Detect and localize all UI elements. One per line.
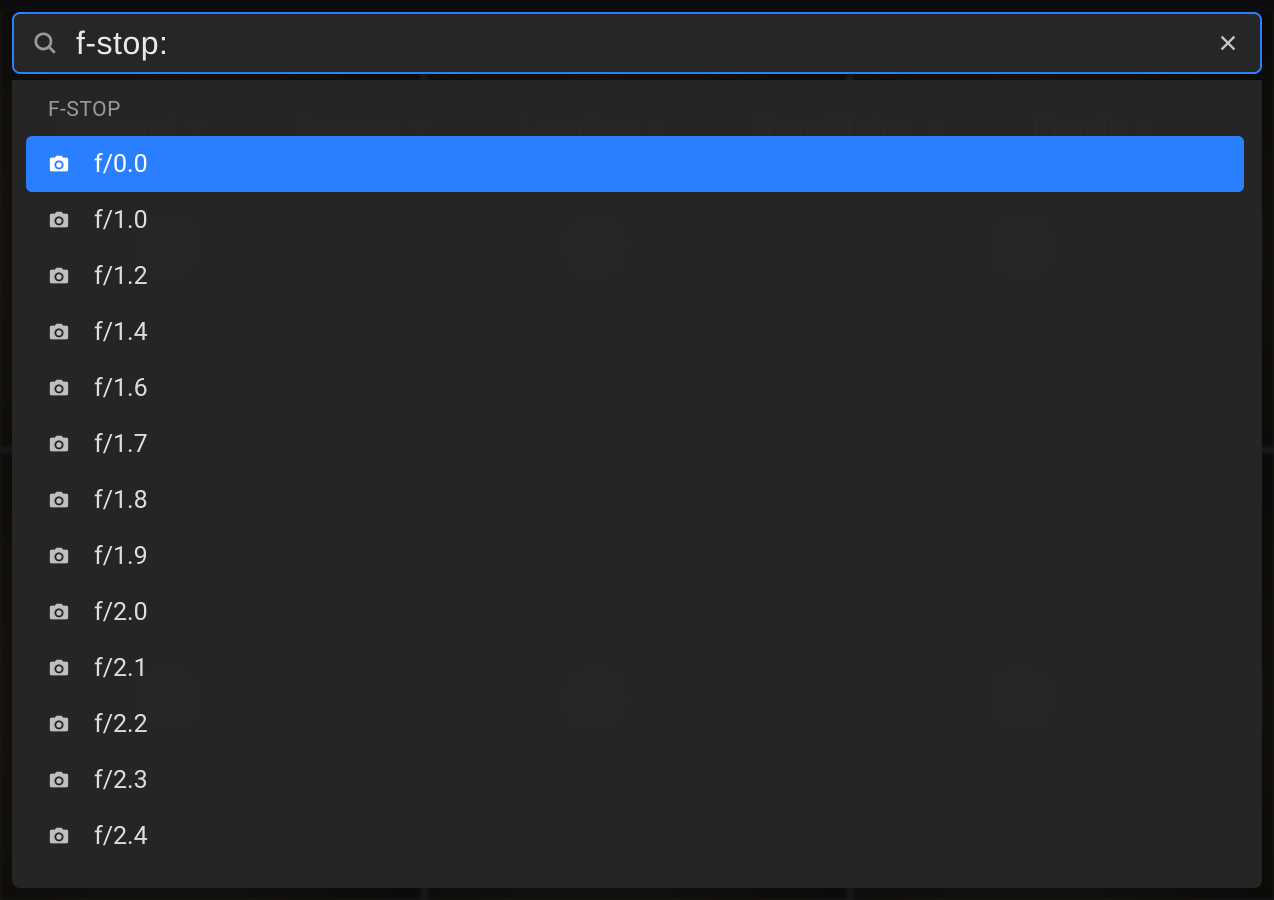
search-input[interactable] [76, 25, 1214, 62]
dropdown-option-label: f/1.7 [94, 430, 148, 459]
dropdown-option[interactable]: f/1.9 [26, 528, 1244, 584]
dropdown-option-label: f/2.2 [94, 710, 148, 739]
dropdown-option[interactable]: f/1.2 [26, 248, 1244, 304]
dropdown-option[interactable]: f/1.6 [26, 360, 1244, 416]
dropdown-option-label: f/0.0 [94, 150, 148, 179]
camera-icon [48, 433, 70, 455]
dropdown-option[interactable]: f/2.0 [26, 584, 1244, 640]
dropdown-option-label: f/1.6 [94, 374, 148, 403]
dropdown-option[interactable]: f/2.1 [26, 640, 1244, 696]
dropdown-option[interactable]: f/2.2 [26, 696, 1244, 752]
dropdown-option[interactable]: f/2.3 [26, 752, 1244, 808]
autocomplete-dropdown: F-STOP f/0.0 f/1.0 f/1.2 f/1.4 f/1.6 f/1.7 f/1… [12, 80, 1262, 888]
camera-icon [48, 769, 70, 791]
camera-icon [48, 713, 70, 735]
camera-icon [48, 153, 70, 175]
dropdown-option[interactable]: f/2.4 [26, 808, 1244, 864]
dropdown-section-header: F-STOP [26, 98, 1248, 136]
camera-icon [48, 321, 70, 343]
dropdown-option[interactable]: f/1.4 [26, 304, 1244, 360]
close-icon [1217, 32, 1239, 54]
dropdown-option-label: f/2.4 [94, 822, 148, 851]
dropdown-option-label: f/2.3 [94, 766, 148, 795]
clear-search-button[interactable] [1214, 29, 1242, 57]
camera-icon [48, 265, 70, 287]
top-strip [0, 0, 1274, 12]
camera-icon [48, 601, 70, 623]
camera-icon [48, 545, 70, 567]
search-bar [12, 12, 1262, 74]
dropdown-option[interactable]: f/1.0 [26, 192, 1244, 248]
dropdown-option[interactable]: f/1.7 [26, 416, 1244, 472]
search-icon [32, 30, 58, 56]
dropdown-option-label: f/2.1 [94, 654, 148, 683]
camera-icon [48, 209, 70, 231]
camera-icon [48, 489, 70, 511]
camera-icon [48, 657, 70, 679]
camera-icon [48, 825, 70, 847]
dropdown-option-label: f/1.4 [94, 318, 148, 347]
dropdown-option-label: f/1.8 [94, 486, 148, 515]
dropdown-option-label: f/1.0 [94, 206, 148, 235]
dropdown-option-label: f/1.2 [94, 262, 148, 291]
dropdown-option-label: f/1.9 [94, 542, 148, 571]
camera-icon [48, 377, 70, 399]
dropdown-list[interactable]: f/0.0 f/1.0 f/1.2 f/1.4 f/1.6 f/1.7 f/1.8 f/1.9… [26, 136, 1248, 878]
dropdown-option[interactable]: f/1.8 [26, 472, 1244, 528]
dropdown-option[interactable]: f/0.0 [26, 136, 1244, 192]
dropdown-option-label: f/2.0 [94, 598, 148, 627]
